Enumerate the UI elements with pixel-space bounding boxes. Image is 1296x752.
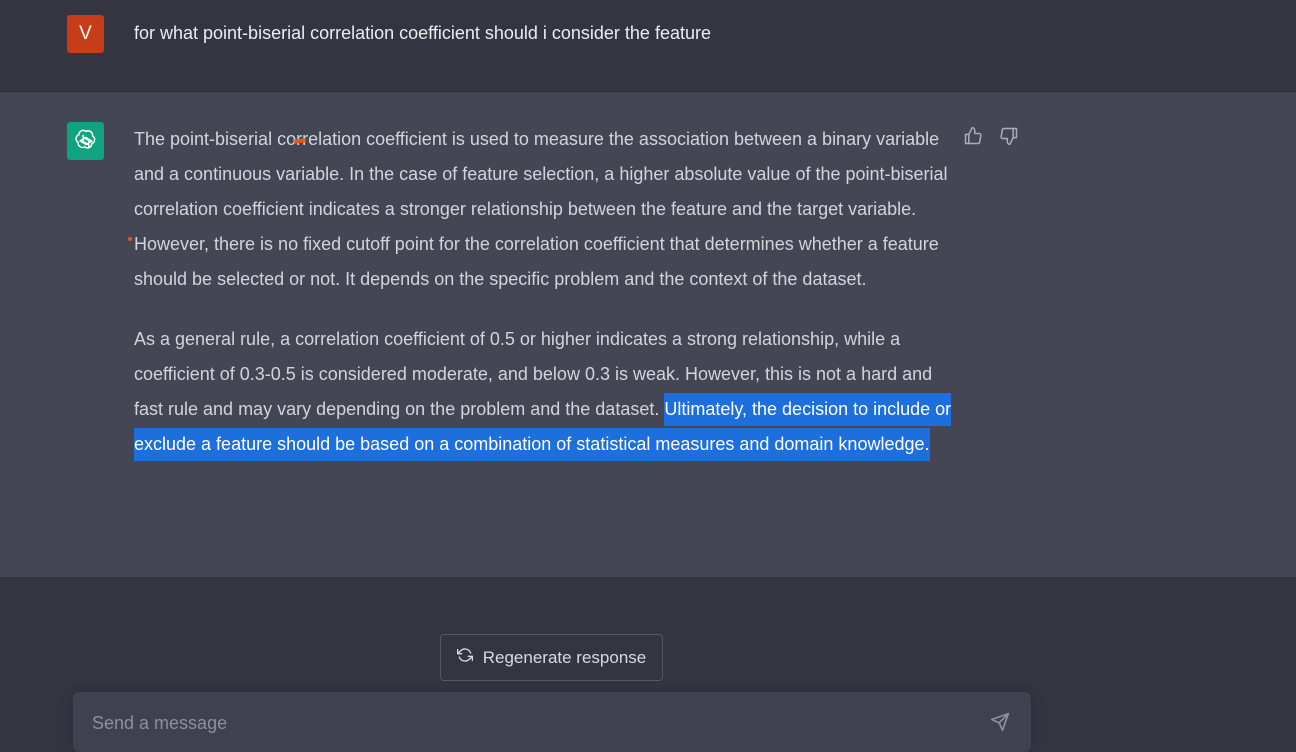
thumbs-up-icon[interactable] (962, 124, 984, 148)
thumbs-down-icon[interactable] (998, 124, 1020, 148)
cursor-dot (128, 237, 132, 241)
answer-paragraph-1: The point-biserial correlation coefficie… (134, 129, 948, 289)
answer-paragraph-2: As a general rule, a correlation coeffic… (134, 322, 954, 462)
feedback-buttons (962, 124, 1020, 148)
assistant-message-text: The point-biserial correlation coefficie… (134, 122, 954, 487)
user-message-text: for what point-biserial correlation coef… (134, 23, 711, 43)
user-avatar: V (67, 15, 104, 53)
regenerate-label: Regenerate response (482, 647, 647, 667)
refresh-icon (456, 647, 473, 668)
regenerate-button[interactable]: Regenerate response (440, 634, 663, 681)
send-icon[interactable] (990, 712, 1012, 734)
openai-logo-icon (67, 122, 104, 160)
message-input[interactable] (92, 710, 972, 736)
assistant-message-row: The point-biserial correlation coefficie… (0, 92, 1296, 577)
user-message-row: V for what point-biserial correlation co… (0, 0, 1296, 92)
message-composer (73, 692, 1031, 752)
